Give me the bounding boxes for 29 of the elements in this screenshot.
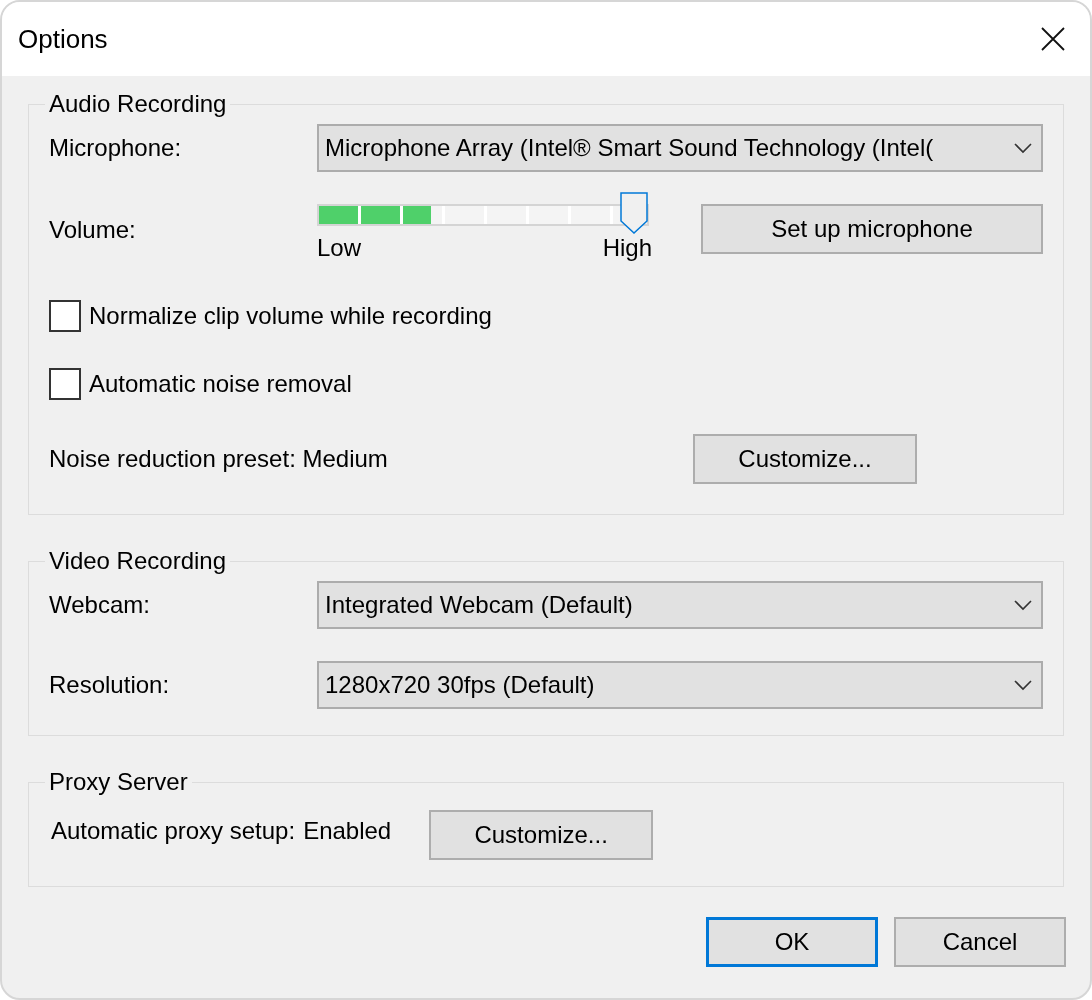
- slider-thumb[interactable]: [619, 192, 648, 234]
- dialog-button[interactable]: OK: [706, 917, 878, 967]
- chevron-down-icon: [1013, 142, 1033, 154]
- group-title: Audio Recording: [48, 92, 228, 116]
- checkbox-label: Normalize clip volume while recording: [89, 301, 492, 331]
- dialog-button[interactable]: Cancel: [894, 917, 1066, 967]
- dropdown[interactable]: Integrated Webcam (Default): [317, 581, 1043, 629]
- checkbox-label: Automatic noise removal: [89, 369, 352, 399]
- customize-button[interactable]: Customize...: [429, 810, 654, 860]
- customize-button[interactable]: Customize...: [693, 434, 917, 484]
- group-title: Video Recording: [48, 549, 227, 573]
- field-label: Webcam:: [49, 590, 151, 620]
- chevron-down-icon: [1013, 599, 1033, 611]
- field-label: Volume:: [49, 215, 137, 245]
- slider-max-label: High: [602, 233, 652, 263]
- checkbox[interactable]: [49, 300, 81, 332]
- chevron-down-icon: [1013, 679, 1033, 691]
- slider-min-label: Low: [317, 233, 362, 263]
- microphone-dropdown[interactable]: Microphone Array (Intel® Smart Sound Technology (Intel(: [317, 124, 1043, 172]
- field-label: Resolution:: [49, 670, 171, 700]
- noise-preset-text: Noise reduction preset: Medium: [49, 444, 389, 474]
- checkbox[interactable]: [49, 368, 81, 400]
- group-title: Proxy Server: [48, 770, 189, 794]
- dropdown[interactable]: 1280x720 30fps (Default): [317, 661, 1043, 709]
- field-label: Microphone:: [49, 133, 183, 163]
- setup-microphone-button[interactable]: Set up microphone: [701, 204, 1043, 254]
- window-title: Options: [18, 22, 108, 56]
- proxy-status: Enabled: [303, 816, 393, 846]
- proxy-label: Automatic proxy setup:: [51, 816, 296, 846]
